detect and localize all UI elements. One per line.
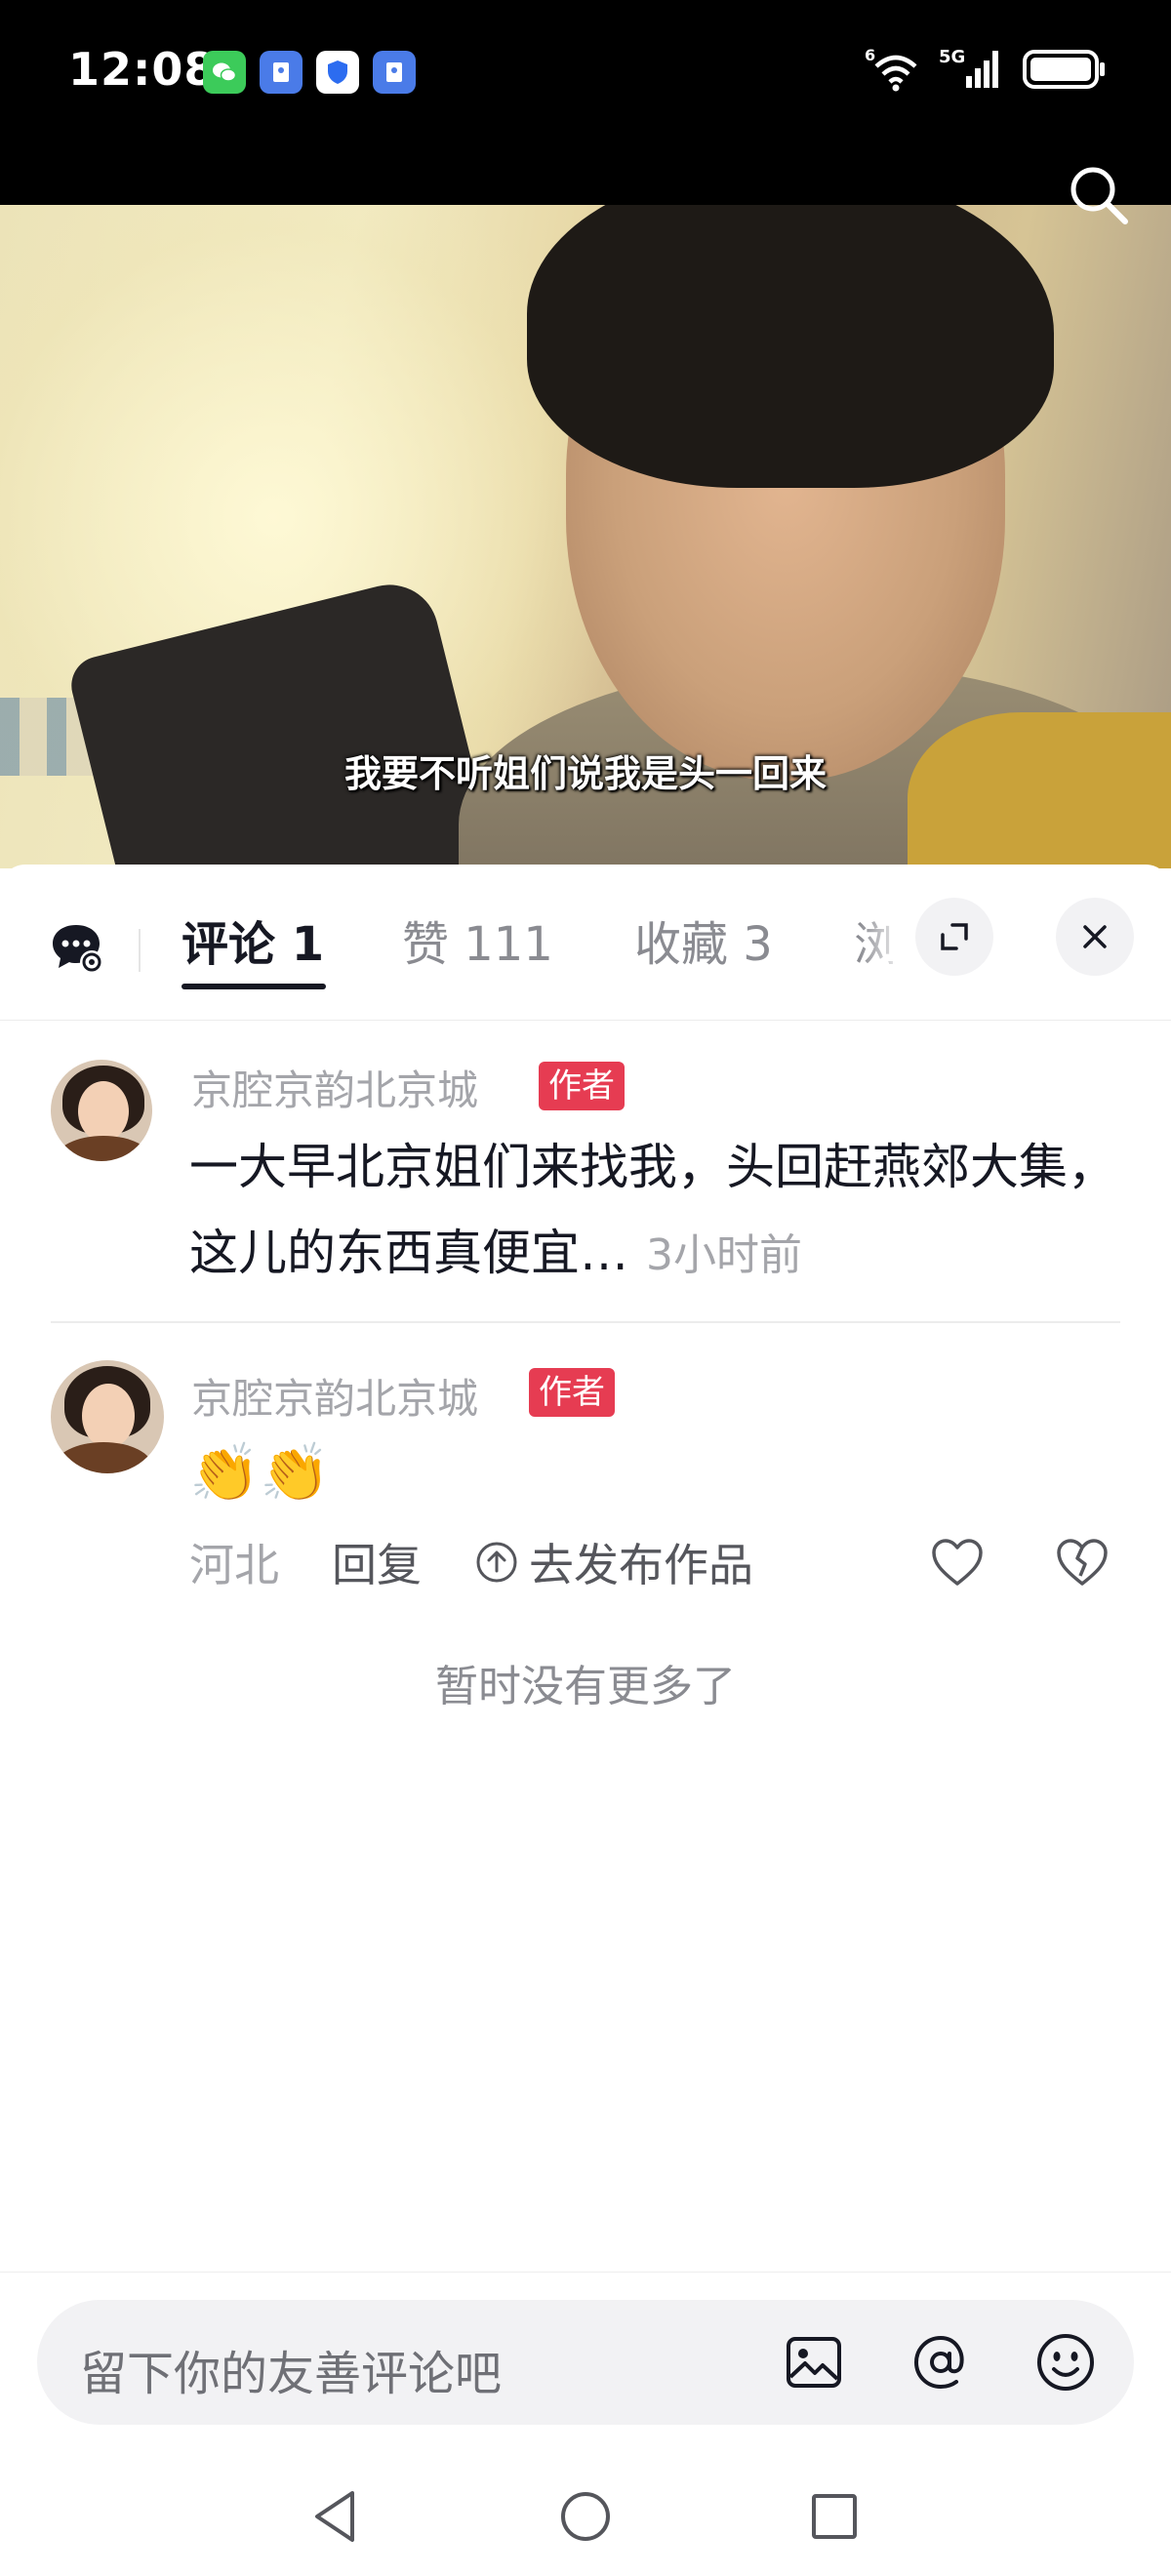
- author-badge: 作者: [539, 1062, 625, 1110]
- comment-text[interactable]: 一大早北京姐们来找我，头回赶燕郊大集，这儿的东西真便宜… 3小时前: [189, 1124, 1126, 1299]
- mention-icon[interactable]: [904, 2325, 978, 2399]
- tab-favorites[interactable]: 收藏 3: [634, 906, 773, 993]
- recents-icon[interactable]: [800, 2482, 868, 2551]
- no-more-text: 暂时没有更多了: [435, 1662, 736, 1711]
- wechat-icon: [203, 51, 246, 94]
- chat-settings-icon[interactable]: [49, 919, 107, 978]
- emoji-icon[interactable]: [1029, 2325, 1103, 2399]
- app-icon: [373, 51, 416, 94]
- svg-text:5G: 5G: [939, 47, 965, 67]
- comment-text[interactable]: 👏👏: [189, 1430, 1126, 1514]
- search-icon[interactable]: [1060, 156, 1138, 234]
- comment-meta: 河北 回复 去发布作品: [189, 1528, 753, 1596]
- like-button[interactable]: [923, 1528, 991, 1596]
- system-navigation-bar: [0, 2459, 1171, 2576]
- reply-button[interactable]: 回复: [332, 1530, 422, 1594]
- home-icon[interactable]: [551, 2482, 620, 2551]
- active-tab-indicator: [182, 984, 326, 989]
- broken-heart-icon: [1057, 1539, 1108, 1586]
- publish-work-button[interactable]: 去发布作品: [474, 1530, 753, 1594]
- divider: [51, 1321, 1120, 1323]
- wifi-icon: 6: [865, 46, 917, 92]
- comment-input-placeholder: 留下你的友善评论吧: [80, 2347, 503, 2401]
- dislike-button[interactable]: [1048, 1528, 1116, 1596]
- status-indicators: 6 5G: [865, 45, 1107, 94]
- shield-icon: [316, 51, 359, 94]
- battery-icon: [1023, 50, 1105, 89]
- author-name[interactable]: 京腔京韵北京城: [191, 1366, 478, 1426]
- avatar[interactable]: [51, 1360, 164, 1473]
- heart-icon: [932, 1539, 983, 1586]
- expand-icon: [941, 923, 968, 950]
- comment-input[interactable]: 留下你的友善评论吧: [37, 2300, 1134, 2425]
- expand-button[interactable]: [915, 898, 993, 976]
- tab-likes[interactable]: 赞 111: [402, 906, 553, 993]
- avatar[interactable]: [51, 1060, 152, 1161]
- cellular-signal-icon: 5G: [939, 47, 998, 88]
- app-icon: [260, 51, 303, 94]
- panel-tab-bar: 评论 1 赞 111 收藏 3 浏: [0, 865, 1171, 1021]
- author-badge: 作者: [529, 1368, 615, 1417]
- close-icon: [1083, 925, 1107, 948]
- tab-comments[interactable]: 评论 1: [182, 906, 324, 993]
- comment-location: 河北: [189, 1539, 279, 1591]
- video-subtitle: 我要不听姐们说我是头一回来: [343, 752, 827, 795]
- status-app-icons: [203, 51, 416, 94]
- status-bar: 12:08 6 5G: [0, 0, 1171, 205]
- image-icon[interactable]: [777, 2325, 851, 2399]
- author-name[interactable]: 京腔京韵北京城: [191, 1058, 478, 1117]
- close-button[interactable]: [1056, 898, 1134, 976]
- back-icon[interactable]: [303, 2482, 371, 2551]
- status-time: 12:08: [68, 43, 217, 96]
- svg-text:6: 6: [865, 46, 875, 64]
- comment-time: 3小时前: [646, 1230, 802, 1280]
- upload-arrow-icon: [476, 1542, 517, 1583]
